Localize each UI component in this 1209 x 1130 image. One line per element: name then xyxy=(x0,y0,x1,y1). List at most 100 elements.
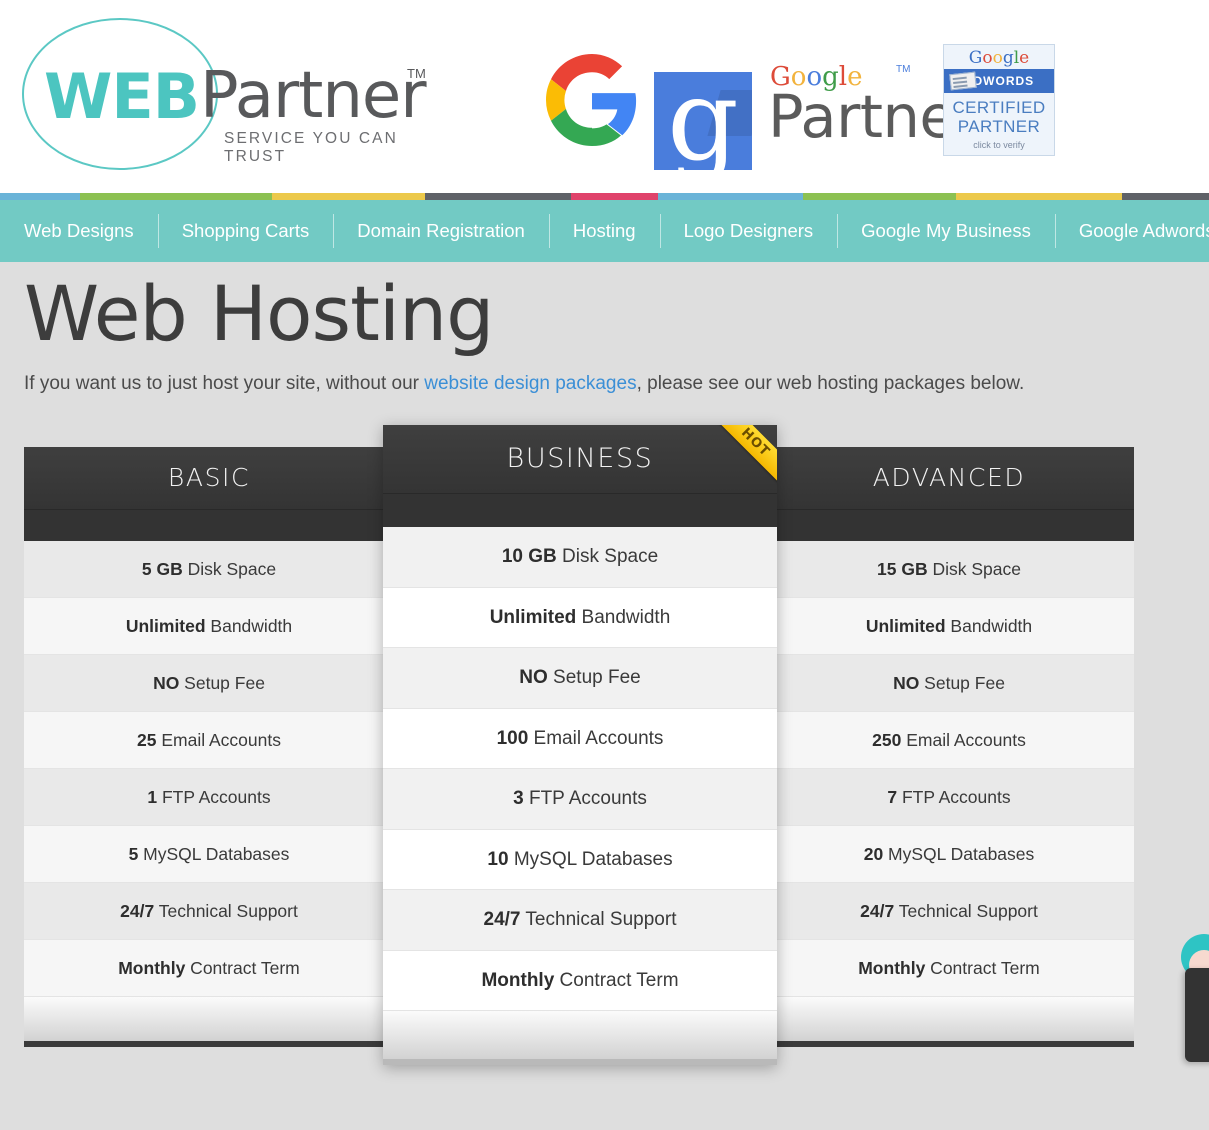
pricing-plan-advanced[interactable]: ADVANCED 15 GB Disk Space Unlimited Bandwi… xyxy=(764,447,1134,1047)
feature-label: Email Accounts xyxy=(156,730,281,750)
stripe-segment-1 xyxy=(80,193,272,200)
nav-item-google-my-business[interactable]: Google My Business xyxy=(837,200,1055,262)
plan-name: BASIC xyxy=(167,463,251,492)
stripe-segment-4 xyxy=(571,193,658,200)
feature-label: Disk Space xyxy=(927,559,1021,579)
plan-header-advanced: ADVANCED xyxy=(764,447,1134,509)
plan-feature-row: NO Setup Fee xyxy=(764,655,1134,712)
feature-label: Contract Term xyxy=(925,958,1040,978)
feature-label: Technical Support xyxy=(894,901,1038,921)
feature-value: NO xyxy=(893,673,920,693)
feature-value: NO xyxy=(519,667,548,688)
feature-value: 250 xyxy=(872,730,902,750)
plan-feature-list: 5 GB Disk Space Unlimited Bandwidth NO Set… xyxy=(24,541,394,997)
feature-value: Monthly xyxy=(481,969,555,991)
feature-label: Bandwidth xyxy=(576,606,671,628)
feature-value: NO xyxy=(153,673,180,693)
feature-label: FTP Accounts xyxy=(523,788,647,809)
feature-value: 5 GB xyxy=(141,559,183,579)
pricing-plan-business[interactable]: BUSINESS HOT 10 GB Disk Space Unlimited Ban… xyxy=(383,425,777,1065)
feature-label: Contract Term xyxy=(185,958,300,978)
feature-value: 20 xyxy=(863,844,884,864)
plan-feature-row: 10 MySQL Databases xyxy=(383,829,777,890)
stripe-segment-5 xyxy=(658,193,803,200)
plan-feature-row: 250 Email Accounts xyxy=(764,712,1134,769)
nav-item-domain-registration[interactable]: Domain Registration xyxy=(333,200,549,262)
feature-value: 15 GB xyxy=(877,559,928,579)
adwords-badge-verify-text: click to verify xyxy=(973,140,1025,150)
plan-feature-row: 15 GB Disk Space xyxy=(764,541,1134,598)
adwords-certified-partner-badge[interactable]: Google ADWORDS CERTIFIED PARTNER click t… xyxy=(943,44,1055,156)
top-color-stripe xyxy=(0,193,1209,200)
plan-feature-row: 24/7 Technical Support xyxy=(764,883,1134,940)
feature-label: Setup Fee xyxy=(547,667,641,688)
plan-footer-basic[interactable] xyxy=(24,997,394,1047)
plan-feature-row: 1 FTP Accounts xyxy=(24,769,394,826)
nav-item-hosting[interactable]: Hosting xyxy=(548,200,660,262)
chat-open-tab[interactable] xyxy=(1185,968,1209,1062)
plan-feature-row: 100 Email Accounts xyxy=(383,708,777,769)
feature-value: 24/7 xyxy=(120,901,155,921)
logo-trademark-icon: TM xyxy=(407,66,426,81)
adwords-badge-certified: CERTIFIED PARTNER xyxy=(952,98,1046,136)
nav-item-web-designs[interactable]: Web Designs xyxy=(0,200,158,262)
nav-item-google-adwords[interactable]: Google Adwords xyxy=(1054,200,1209,262)
plan-feature-row: 5 MySQL Databases xyxy=(24,826,394,883)
stripe-segment-8 xyxy=(1122,193,1209,200)
pricing-plan-basic[interactable]: BASIC 5 GB Disk Space Unlimited Bandwidth N… xyxy=(24,447,394,1047)
feature-value: 5 xyxy=(128,844,139,864)
feature-label: MySQL Databases xyxy=(508,848,673,870)
webpartner-logo[interactable]: WEB Partner TM SERVICE YOU CAN TRUST xyxy=(22,8,427,178)
plan-feature-row: NO Setup Fee xyxy=(383,648,777,709)
google-partner-badge-group: g Google TM Partner Google ADWORDS CERTI… xyxy=(530,22,1070,182)
plan-feature-row: 24/7 Technical Support xyxy=(383,890,777,951)
nav-item-logo-designers[interactable]: Logo Designers xyxy=(659,200,838,262)
plan-footer-advanced[interactable] xyxy=(764,997,1134,1047)
stripe-segment-7 xyxy=(956,193,1122,200)
feature-label: Technical Support xyxy=(520,909,677,930)
plan-footer-business[interactable] xyxy=(383,1011,777,1065)
feature-value: 1 xyxy=(147,787,158,807)
plan-feature-row: NO Setup Fee xyxy=(24,655,394,712)
stripe-segment-0 xyxy=(0,193,80,200)
feature-label: Bandwidth xyxy=(205,616,293,636)
feature-value: 24/7 xyxy=(860,901,895,921)
feature-label: FTP Accounts xyxy=(897,787,1011,807)
plan-feature-row: Unlimited Bandwidth xyxy=(383,587,777,648)
feature-label: MySQL Databases xyxy=(883,844,1035,864)
logo-web-text: WEB xyxy=(44,60,200,133)
plan-price-band-basic xyxy=(24,509,394,541)
site-header: WEB Partner TM SERVICE YOU CAN TRUST g G… xyxy=(0,0,1209,193)
plan-feature-row: Monthly Contract Term xyxy=(764,940,1134,997)
feature-value: 100 xyxy=(496,727,529,749)
feature-value: Monthly xyxy=(118,958,186,978)
feature-value: Unlimited xyxy=(489,606,577,628)
adwords-badge-google-text: Google xyxy=(968,48,1030,68)
feature-label: Setup Fee xyxy=(919,673,1005,693)
plan-feature-row: 3 FTP Accounts xyxy=(383,769,777,830)
logo-partner-text: Partner xyxy=(200,59,427,133)
feature-label: Email Accounts xyxy=(528,727,664,749)
plan-feature-list: 10 GB Disk Space Unlimited Bandwidth NO Se… xyxy=(383,527,777,1011)
plan-price-band-advanced xyxy=(764,509,1134,541)
plan-feature-row: 7 FTP Accounts xyxy=(764,769,1134,826)
plan-feature-row: Unlimited Bandwidth xyxy=(764,598,1134,655)
feature-value: 24/7 xyxy=(483,909,521,930)
nav-item-shopping-carts[interactable]: Shopping Carts xyxy=(157,200,334,262)
plan-feature-list: 15 GB Disk Space Unlimited Bandwidth NO Se… xyxy=(764,541,1134,997)
plan-feature-row: 20 MySQL Databases xyxy=(764,826,1134,883)
google-g-square-icon: g xyxy=(654,72,752,170)
plan-header-basic: BASIC xyxy=(24,447,394,509)
feature-value: 7 xyxy=(887,787,898,807)
stripe-segment-2 xyxy=(272,193,425,200)
feature-label: Disk Space xyxy=(556,546,659,567)
live-chat-widget[interactable] xyxy=(1181,934,1209,1062)
feature-value: 10 xyxy=(487,848,509,870)
plan-name: BUSINESS xyxy=(506,443,654,474)
feature-label: Setup Fee xyxy=(179,673,265,693)
plan-feature-row: 10 GB Disk Space xyxy=(383,527,777,588)
feature-value: 10 GB xyxy=(501,546,557,567)
feature-value: 3 xyxy=(513,788,524,809)
plan-feature-row: Monthly Contract Term xyxy=(383,950,777,1011)
google-tm-icon: TM xyxy=(896,64,911,75)
